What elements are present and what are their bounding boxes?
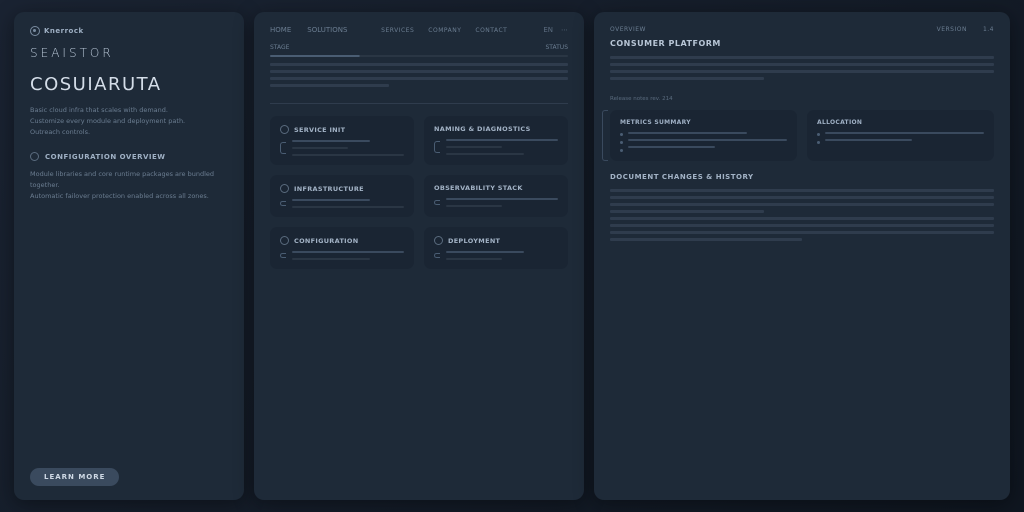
right-textblock-1: [610, 56, 994, 84]
learn-more-button[interactable]: LEARN MORE: [30, 468, 119, 486]
wordmark: SEAISTOR: [30, 46, 228, 60]
feature-card[interactable]: INFRASTRUCTURE: [270, 175, 414, 217]
feature-title: NAMING & DIAGNOSTICS: [434, 125, 531, 133]
bracket-icon: [434, 200, 440, 205]
feature-title: CONFIGURATION: [294, 237, 358, 245]
cog-icon: [280, 236, 289, 245]
version-badge: 1.4: [983, 26, 994, 33]
middle-panel: HOME SOLUTIONS SERVICES COMPANY CONTACT …: [254, 12, 584, 500]
mid-textblock: [270, 63, 568, 91]
feature-card[interactable]: CONFIGURATION: [270, 227, 414, 269]
summary-card[interactable]: ALLOCATION: [807, 110, 994, 161]
layers-icon: [280, 184, 289, 193]
bracket-icon: [280, 253, 286, 258]
nav-item[interactable]: CONTACT: [475, 27, 507, 34]
feature-title: INFRASTRUCTURE: [294, 185, 364, 193]
right-subtext: Release notes rev. 214: [610, 96, 994, 102]
feature-card[interactable]: SERVICE INIT: [270, 116, 414, 165]
section-header: CONFIGURATION OVERVIEW: [30, 152, 228, 161]
right-subheading: DOCUMENT CHANGES & HISTORY: [610, 173, 994, 181]
rocket-icon: [434, 236, 443, 245]
brand-name: Knerrock: [44, 27, 84, 35]
nav-group: SERVICES COMPANY CONTACT: [381, 27, 507, 34]
card-title: ALLOCATION: [817, 119, 984, 126]
right-textblock-2: [610, 189, 994, 245]
feature-card[interactable]: DEPLOYMENT: [424, 227, 568, 269]
info-icon: [30, 152, 39, 161]
bracket-icon: [280, 142, 286, 154]
nav-item[interactable]: COMPANY: [428, 27, 461, 34]
divider: [270, 103, 568, 104]
logo-icon: [30, 26, 40, 36]
bracket-icon: [434, 141, 440, 153]
meta-label: STAGE: [270, 44, 289, 51]
right-cards: METRICS SUMMARY ALLOCATION: [610, 110, 994, 161]
right-heading: CONSUMER PLATFORM: [610, 39, 994, 48]
page-title: COSUIARUTA: [30, 74, 228, 95]
intro-line: Customize every module and deployment pa…: [30, 116, 228, 127]
feature-card[interactable]: NAMING & DIAGNOSTICS: [424, 116, 568, 165]
brand-logo[interactable]: Knerrock: [30, 26, 84, 36]
progress-bar[interactable]: [270, 55, 568, 57]
right-panel: OVERVIEW VERSION 1.4 CONSUMER PLATFORM R…: [594, 12, 1010, 500]
intro-line: Basic cloud infra that scales with deman…: [30, 105, 228, 116]
left-panel: Knerrock SEAISTOR COSUIARUTA Basic cloud…: [14, 12, 244, 500]
nav-item[interactable]: SERVICES: [381, 27, 414, 34]
intro-line: Outreach controls.: [30, 127, 228, 138]
nav-utilities: EN ⋯: [543, 26, 568, 34]
meta-label: OVERVIEW: [610, 26, 646, 33]
section-line: Module libraries and core runtime packag…: [30, 169, 228, 191]
feature-title: OBSERVABILITY STACK: [434, 184, 523, 192]
mid-meta: STAGE STATUS: [270, 44, 568, 51]
meta-label: STATUS: [545, 44, 568, 51]
right-topnav: OVERVIEW VERSION 1.4: [610, 26, 994, 33]
mid-topnav: HOME SOLUTIONS SERVICES COMPANY CONTACT …: [270, 26, 568, 34]
section-paragraph: Module libraries and core runtime packag…: [30, 169, 228, 202]
summary-card[interactable]: METRICS SUMMARY: [610, 110, 797, 161]
bracket-icon: [280, 201, 286, 206]
feature-title: SERVICE INIT: [294, 126, 345, 134]
intro-paragraph: Basic cloud infra that scales with deman…: [30, 105, 228, 138]
menu-icon[interactable]: ⋯: [561, 26, 568, 34]
feature-grid: SERVICE INIT NAMING & DIAGNOSTICS INFRAS…: [270, 116, 568, 269]
section-title: CONFIGURATION OVERVIEW: [45, 153, 166, 161]
section-line: Automatic failover protection enabled ac…: [30, 191, 228, 202]
feature-card[interactable]: OBSERVABILITY STACK: [424, 175, 568, 217]
lang-toggle[interactable]: EN: [543, 26, 553, 34]
bracket-icon: [434, 253, 440, 258]
left-topnav: Knerrock: [30, 26, 228, 36]
nav-item[interactable]: SOLUTIONS: [307, 26, 347, 34]
nav-item[interactable]: HOME: [270, 26, 291, 34]
meta-label: VERSION: [937, 26, 967, 33]
card-title: METRICS SUMMARY: [620, 119, 787, 126]
gear-icon: [280, 125, 289, 134]
feature-title: DEPLOYMENT: [448, 237, 500, 245]
